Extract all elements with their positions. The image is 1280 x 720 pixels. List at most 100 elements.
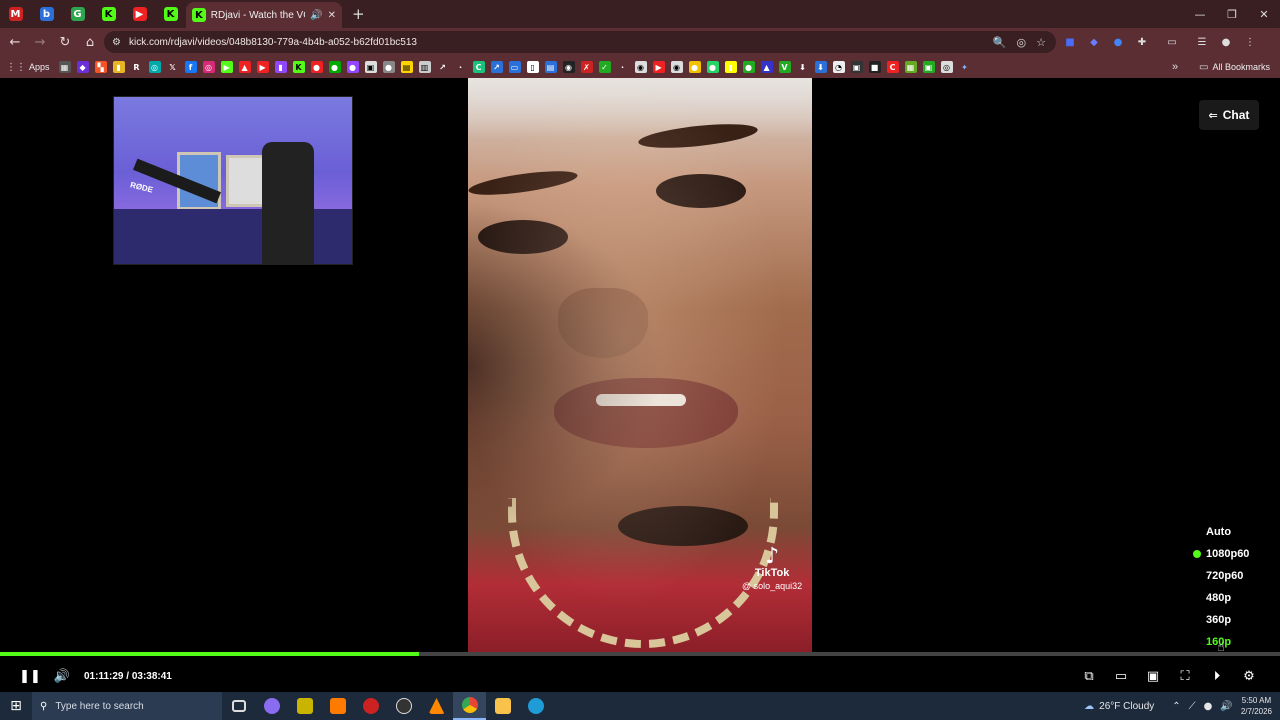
- bookmark-icon[interactable]: ◆: [76, 61, 89, 73]
- bookmark-icon[interactable]: ◉: [562, 61, 575, 73]
- side-panel-icon[interactable]: ▭: [1164, 34, 1180, 50]
- kick-icon[interactable]: K: [292, 61, 305, 73]
- pinned-tab[interactable]: K: [93, 0, 124, 28]
- pinned-tab[interactable]: ▶: [124, 0, 155, 28]
- r-bookmark-icon[interactable]: R: [131, 61, 143, 73]
- back-button[interactable]: ←: [3, 30, 27, 54]
- media-player-icon[interactable]: [387, 692, 420, 720]
- more-bookmarks-icon[interactable]: »: [1172, 56, 1178, 78]
- pinned-tab[interactable]: b: [31, 0, 62, 28]
- bookmark-icon[interactable]: ▣: [364, 61, 377, 73]
- show-hidden-icons-icon[interactable]: ⌃: [1172, 701, 1180, 712]
- bookmark-icon[interactable]: ·: [455, 61, 467, 73]
- seek-bar[interactable]: [0, 652, 1280, 656]
- theater-mode-button[interactable]: ▭: [1105, 662, 1137, 690]
- youtube-icon[interactable]: ▶: [256, 61, 269, 73]
- quality-option[interactable]: 720p60: [1188, 565, 1268, 587]
- taskbar-app-icon[interactable]: [354, 692, 387, 720]
- forward-button[interactable]: →: [28, 30, 52, 54]
- vlc-icon[interactable]: [420, 692, 453, 720]
- miniplayer-button[interactable]: ⧉: [1073, 662, 1105, 690]
- bookmark-icon[interactable]: ◉: [634, 61, 647, 73]
- quality-option[interactable]: 1080p60: [1188, 543, 1268, 565]
- windows-start-icon[interactable]: ⊞: [0, 692, 32, 720]
- bookmark-icon[interactable]: ◎: [940, 61, 953, 73]
- bookmark-icon[interactable]: ▣: [850, 61, 863, 73]
- extension-icon[interactable]: ●: [1110, 34, 1126, 50]
- minimize-button[interactable]: —: [1184, 0, 1216, 28]
- bookmark-icon[interactable]: ▮: [112, 61, 125, 73]
- bookmark-icon[interactable]: C: [472, 61, 485, 73]
- close-window-button[interactable]: ✕: [1248, 0, 1280, 28]
- bookmark-icon[interactable]: ▶: [652, 61, 665, 73]
- network-icon[interactable]: ⟋: [1189, 701, 1196, 712]
- whatsapp-icon[interactable]: ●: [706, 61, 719, 73]
- chat-toggle-button[interactable]: ⇐ Chat: [1199, 100, 1259, 130]
- taskbar-app-icon[interactable]: [321, 692, 354, 720]
- taskbar-search-box[interactable]: ⚲ Type here to search: [32, 692, 222, 720]
- site-info-icon[interactable]: ⚙: [112, 37, 121, 48]
- task-view-icon[interactable]: [222, 692, 255, 720]
- bookmark-icon[interactable]: ●: [742, 61, 755, 73]
- file-explorer-icon[interactable]: [486, 692, 519, 720]
- bookmark-icon[interactable]: ●: [328, 61, 341, 73]
- audio-playing-icon[interactable]: 🔊: [310, 10, 322, 21]
- pinned-tab[interactable]: K: [155, 0, 186, 28]
- bookmark-icon[interactable]: ▤: [400, 61, 413, 73]
- bookmark-icon[interactable]: ◎: [148, 61, 161, 73]
- quality-option[interactable]: Auto: [1188, 521, 1268, 543]
- new-tab-button[interactable]: +: [352, 5, 365, 23]
- picture-in-picture-button[interactable]: ▣: [1137, 662, 1169, 690]
- pinned-tab[interactable]: M: [0, 0, 31, 28]
- quality-option[interactable]: 160p: [1188, 631, 1268, 653]
- eye-slash-icon[interactable]: ◎: [1017, 36, 1027, 49]
- bookmark-star-icon[interactable]: ☆: [1036, 36, 1046, 49]
- quality-option[interactable]: 480p: [1188, 587, 1268, 609]
- apps-bookmark[interactable]: ⋮⋮ Apps: [6, 62, 50, 73]
- reload-button[interactable]: ↻: [53, 30, 77, 54]
- bookmark-icon[interactable]: ▣: [922, 61, 935, 73]
- instagram-icon[interactable]: ◎: [202, 61, 215, 73]
- settings-gear-icon[interactable]: ⚙: [1233, 662, 1265, 690]
- profile-avatar-icon[interactable]: ●: [1218, 34, 1234, 50]
- bookmark-icon[interactable]: ↗: [437, 61, 449, 73]
- bookmark-icon[interactable]: ▲: [760, 61, 773, 73]
- bookmark-icon[interactable]: ✦: [959, 61, 971, 73]
- x-icon[interactable]: 𝕏: [167, 61, 179, 73]
- playback-speed-button[interactable]: ⏵: [1201, 662, 1233, 690]
- download-icon[interactable]: ⬇: [797, 61, 809, 73]
- shield-extension-icon[interactable]: ◆: [1086, 34, 1102, 50]
- edge-icon[interactable]: [519, 692, 552, 720]
- taskbar-app-icon[interactable]: [255, 692, 288, 720]
- restore-button[interactable]: ❐: [1216, 0, 1248, 28]
- close-tab-icon[interactable]: ✕: [328, 10, 336, 21]
- bookmark-icon[interactable]: ▦: [904, 61, 917, 73]
- extensions-puzzle-icon[interactable]: ✚: [1134, 34, 1150, 50]
- bookmark-icon[interactable]: ■: [868, 61, 881, 73]
- bookmark-icon[interactable]: ▲: [238, 61, 251, 73]
- microphone-icon[interactable]: ●: [1204, 701, 1213, 712]
- volume-button[interactable]: 🔊: [46, 662, 78, 690]
- menu-kebab-icon[interactable]: ⋮: [1242, 34, 1258, 50]
- home-button[interactable]: ⌂: [78, 30, 102, 54]
- video-player[interactable]: RØDE ♪ TikTok @ solo_aqui32 ⇐ Chat Auto 1…: [0, 78, 1280, 690]
- bookmark-icon[interactable]: ▤: [544, 61, 557, 73]
- weather-widget[interactable]: ☁ 26°F Cloudy: [1084, 701, 1154, 712]
- quality-option[interactable]: 360p: [1188, 609, 1268, 631]
- bookmark-icon[interactable]: ▥: [418, 61, 431, 73]
- bookmark-icon[interactable]: ●: [310, 61, 323, 73]
- bookmark-icon[interactable]: ▯: [526, 61, 539, 73]
- all-bookmarks-folder[interactable]: ▭ All Bookmarks: [1199, 56, 1270, 78]
- address-bar[interactable]: ⚙ kick.com/rdjavi/videos/048b8130-779a-4…: [104, 31, 1056, 53]
- bookmark-icon[interactable]: ▮: [724, 61, 737, 73]
- taskbar-app-icon[interactable]: [288, 692, 321, 720]
- bookmark-icon[interactable]: ↗: [490, 61, 503, 73]
- pause-button[interactable]: ❚❚: [14, 662, 46, 690]
- bookmark-icon[interactable]: ●: [382, 61, 395, 73]
- chrome-icon[interactable]: [453, 692, 486, 720]
- bookmark-icon[interactable]: ·: [617, 61, 629, 73]
- bookmark-icon[interactable]: V: [778, 61, 791, 73]
- bookmark-icon[interactable]: ●: [346, 61, 359, 73]
- facebook-icon[interactable]: f: [184, 61, 197, 73]
- volume-icon[interactable]: 🔊: [1220, 701, 1232, 712]
